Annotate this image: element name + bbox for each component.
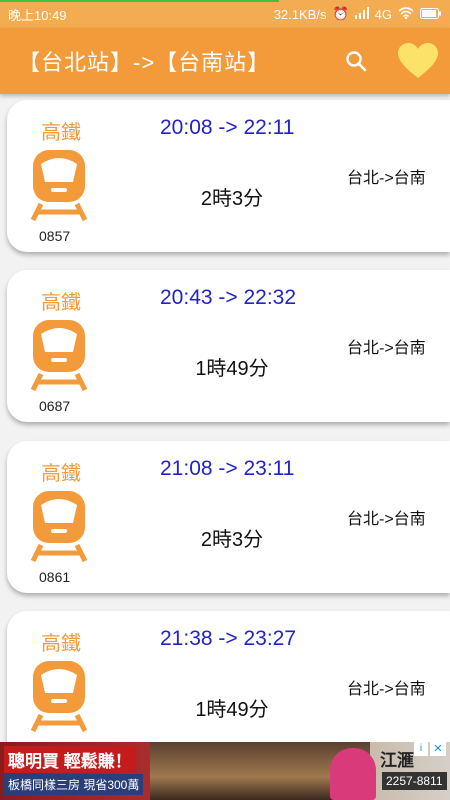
ad-phone: 2257-8811 [382,772,447,790]
route-label: 台北->台南 [347,681,426,698]
clock: 晚上10:49 [8,7,67,23]
train-card-body: 高鐵 21:38 -> 23:27 1時49分 台北->台南 [7,611,450,742]
search-icon [346,51,367,72]
train-card-body: 高鐵 0861 21:08 -> 23:11 2時3分 台北->台南 [7,441,450,593]
app-bar: 【台北站】->【台南站】 [0,28,450,94]
trip-duration: 1時49分 [195,358,269,380]
train-card[interactable]: 高鐵 0857 20:08 -> 22:11 2時3分 台北->台南 [0,94,450,264]
departure-arrival-times: 20:43 -> 22:32 [160,286,297,309]
heart-icon [398,43,438,78]
train-number: 0861 [39,569,71,585]
trip-duration: 2時3分 [200,188,264,210]
page-title: 【台北站】->【台南站】 [18,50,271,75]
page-load-progress [0,0,279,2]
status-indicators: 32.1KB/s ⏰ 4G [274,6,442,22]
operator-label: 高鐵 [41,122,81,144]
route-label: 台北->台南 [347,340,426,357]
train-card[interactable]: 高鐵 0861 21:08 -> 23:11 2時3分 台北->台南 [0,435,450,605]
trip-duration: 1時49分 [195,699,269,721]
hsr-train-icon [30,150,88,222]
hsr-train-icon [30,320,88,392]
operator-label: 高鐵 [41,463,81,485]
ad-subline: 板橋同樣三房 現省300萬 [4,774,144,795]
battery-icon [420,7,442,22]
train-card[interactable]: 高鐵 21:38 -> 23:27 1時49分 台北->台南 [0,605,450,742]
departure-arrival-times: 21:38 -> 23:27 [160,627,297,650]
favorite-button[interactable] [396,39,440,83]
net-speed: 32.1KB/s [273,6,327,22]
train-card-body: 高鐵 0857 20:08 -> 22:11 2時3分 台北->台南 [7,100,450,252]
wifi-icon [398,6,414,22]
status-bar: 晚上10:49 32.1KB/s ⏰ 4G [0,0,450,28]
ad-close-icon[interactable]: ✕ [430,742,446,756]
route-label: 台北->台南 [347,511,426,528]
trip-duration: 2時3分 [200,529,264,551]
search-button[interactable] [336,41,376,81]
ad-brand: 江滙 [380,751,414,770]
train-card[interactable]: 高鐵 0687 20:43 -> 22:32 1時49分 台北->台南 [0,264,450,434]
train-list[interactable]: 高鐵 0857 20:08 -> 22:11 2時3分 台北->台南 高鐵 06… [0,94,450,742]
route-label: 台北->台南 [347,170,426,187]
operator-label: 高鐵 [41,292,81,314]
ad-banner[interactable]: 聰明買 輕鬆賺！ 板橋同樣三房 現省300萬 江滙 2257-8811 i ✕ [0,742,450,800]
operator-label: 高鐵 [41,633,81,655]
hsr-train-icon [30,661,88,733]
alarm-icon: ⏰ [332,6,349,21]
departure-arrival-times: 20:08 -> 22:11 [160,116,295,139]
train-number: 0857 [39,228,71,244]
ad-headline: 聰明買 輕鬆賺！ [4,746,136,773]
ad-person-image [330,748,376,800]
network-type: 4G [374,6,392,22]
hsr-train-icon [30,491,88,563]
ad-info-icon[interactable]: i [414,742,428,756]
signal-icon [354,6,369,22]
train-card-body: 高鐵 0687 20:43 -> 22:32 1時49分 台北->台南 [7,270,450,422]
train-number: 0687 [39,398,71,414]
departure-arrival-times: 21:08 -> 23:11 [160,457,295,480]
